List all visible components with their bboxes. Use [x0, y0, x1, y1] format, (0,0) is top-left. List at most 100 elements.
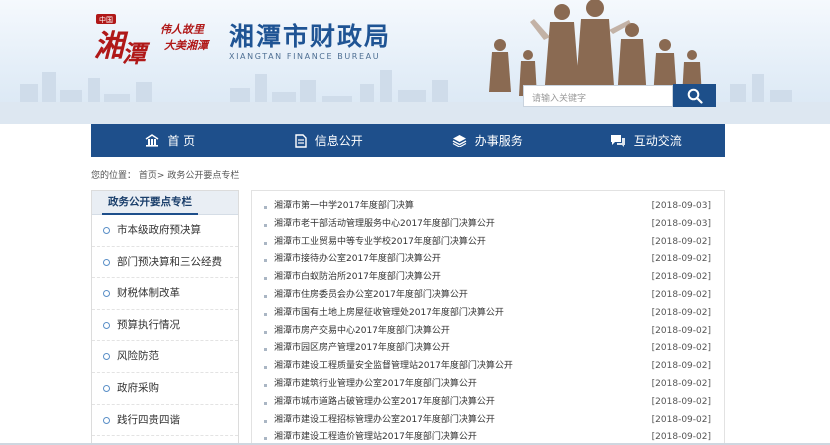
nav-item-label: 信息公开 [314, 134, 363, 148]
home-icon [145, 134, 159, 147]
document-icon [295, 133, 307, 148]
circle-bullet-icon [103, 416, 110, 424]
article-title-link[interactable]: 湘潭市白蚁防治所2017年度部门决算公开 [274, 269, 441, 287]
sidebar-item-label: 预算执行情况 [117, 318, 180, 331]
slogan-line-2: 大美湘潭 [164, 39, 208, 52]
article-row[interactable]: 湘潭市园区房产管理2017年度部门决算公开 [2018-09-02] [252, 340, 724, 358]
article-row[interactable]: 湘潭市接待办公室2017年度部门决算公开 [2018-09-02] [252, 251, 724, 269]
sidebar-header: 政务公开要点专栏 [92, 191, 238, 215]
article-date: [2018-09-02] [651, 254, 711, 265]
article-row[interactable]: 湘潭市白蚁防治所2017年度部门决算公开 [2018-09-02] [252, 269, 724, 287]
article-title-link[interactable]: 湘潭市老干部活动管理服务中心2017年度部门决算公开 [274, 216, 495, 234]
article-row[interactable]: 湘潭市国有土地上房屋征收管理处2017年度部门决算公开 [2018-09-02] [252, 305, 724, 323]
square-bullet-icon [264, 312, 267, 316]
article-title-link[interactable]: 湘潭市城市道路占破管理办公室2017年度部门决算公开 [274, 394, 495, 412]
search-input[interactable] [524, 89, 672, 109]
article-title-link[interactable]: 湘潭市接待办公室2017年度部门决算公开 [274, 251, 441, 269]
sidebar-item-label: 市本级政府预决算 [117, 224, 201, 236]
nav-item-home[interactable]: 首 页 [91, 124, 250, 157]
nav-item-label: 互动交流 [633, 134, 682, 148]
sidebar-item-label: 财税体制改革 [117, 287, 180, 300]
breadcrumb-prefix: 您的位置： [91, 171, 137, 181]
sidebar-item-tax-reform[interactable]: 财税体制改革 [92, 278, 238, 310]
article-date: [2018-09-02] [651, 361, 711, 372]
article-title-link[interactable]: 湘潭市建设工程招标管理办公室2017年度部门决算公开 [274, 412, 495, 430]
square-bullet-icon [264, 437, 267, 441]
circle-bullet-icon [103, 384, 110, 392]
square-bullet-icon [264, 259, 267, 263]
nav-item-info-disclosure[interactable]: 信息公开 [250, 124, 409, 157]
article-title-link[interactable]: 湘潭市住房委员会办公室2017年度部门决算公开 [274, 287, 468, 305]
article-date: [2018-09-02] [651, 343, 711, 354]
circle-bullet-icon [103, 321, 110, 329]
article-row[interactable]: 湘潭市建筑行业管理办公室2017年度部门决算公开 [2018-09-02] [252, 376, 724, 394]
square-bullet-icon [264, 277, 267, 281]
breadcrumb: 您的位置： 首页> 政务公开要点专栏 [91, 168, 239, 181]
article-row[interactable]: 湘潭市住房委员会办公室2017年度部门决算公开 [2018-09-02] [252, 287, 724, 305]
article-title-link[interactable]: 湘潭市第一中学2017年度部门决算 [274, 198, 414, 216]
square-bullet-icon [264, 383, 267, 387]
circle-bullet-icon [103, 227, 110, 234]
breadcrumb-current[interactable]: 政务公开要点专栏 [167, 171, 239, 181]
nav-item-label: 办事服务 [474, 134, 523, 148]
article-row[interactable]: 湘潭市第一中学2017年度部门决算 [2018-09-03] [252, 198, 724, 216]
circle-bullet-icon [103, 290, 110, 298]
search-box [523, 85, 673, 109]
article-date: [2018-09-03] [651, 201, 711, 211]
svg-text:中国: 中国 [99, 15, 113, 24]
article-title-link[interactable]: 湘潭市建设工程质量安全监督管理站2017年度部门决算公开 [274, 358, 513, 376]
article-list: 湘潭市第一中学2017年度部门决算 [2018-09-03] 湘潭市老干部活动管理服… [252, 191, 724, 445]
article-date: [2018-09-02] [651, 414, 711, 425]
sidebar-item-department-budget[interactable]: 部门预决算和三公经费 [92, 247, 238, 279]
article-title-link[interactable]: 湘潭市工业贸易中等专业学校2017年度部门决算公开 [274, 234, 486, 252]
article-row[interactable]: 湘潭市建设工程招标管理办公室2017年度部门决算公开 [2018-09-02] [252, 412, 724, 430]
sidebar-item-label: 践行四贵四谐 [117, 413, 180, 426]
breadcrumb-home-link[interactable]: 首页 [139, 171, 157, 181]
square-bullet-icon [264, 241, 267, 245]
article-panel: 湘潭市第一中学2017年度部门决算 [2018-09-03] 湘潭市老干部活动管理服… [251, 190, 725, 445]
site-title: 湘潭市财政局 [229, 22, 392, 51]
main-nav: 首 页 信息公开 办事服务 互动交流 [91, 124, 725, 157]
article-date: [2018-09-02] [651, 307, 711, 318]
article-title-link[interactable]: 湘潭市国有土地上房屋征收管理处2017年度部门决算公开 [274, 305, 504, 323]
page: 中国 湘 潭 伟人故里 大美湘潭 湘潭市财政局 XIANGTAN FINANCE… [0, 0, 830, 445]
header-banner: 中国 湘 潭 伟人故里 大美湘潭 湘潭市财政局 XIANGTAN FINANCE… [0, 0, 830, 124]
square-bullet-icon [264, 206, 267, 209]
nav-item-services[interactable]: 办事服务 [408, 124, 567, 157]
sidebar-item-budget-execution[interactable]: 预算执行情况 [92, 310, 238, 342]
chat-icon [610, 135, 625, 147]
circle-bullet-icon [103, 353, 110, 361]
square-bullet-icon [264, 223, 267, 227]
article-row[interactable]: 湘潭市城市道路占破管理办公室2017年度部门决算公开 [2018-09-02] [252, 394, 724, 412]
square-bullet-icon [264, 401, 267, 405]
article-title-link[interactable]: 湘潭市园区房产管理2017年度部门决算公开 [274, 340, 450, 358]
article-date: [2018-09-02] [651, 396, 711, 407]
city-logo: 中国 湘 潭 [92, 12, 156, 72]
article-date: [2018-09-02] [651, 378, 711, 389]
sidebar-item-municipal-budget[interactable]: 市本级政府预决算 [92, 215, 238, 247]
square-bullet-icon [264, 348, 267, 352]
article-date: [2018-09-02] [651, 325, 711, 336]
square-bullet-icon [264, 366, 267, 370]
article-title-link[interactable]: 湘潭市房产交易中心2017年度部门决算公开 [274, 323, 450, 341]
sidebar-item-procurement[interactable]: 政府采购 [92, 373, 238, 405]
site-subtitle: XIANGTAN FINANCE BUREAU [229, 52, 381, 61]
sidebar: 政务公开要点专栏 市本级政府预决算 部门预决算和三公经费 财税体制改革 预算执行… [91, 190, 239, 445]
article-row[interactable]: 湘潭市建设工程质量安全监督管理站2017年度部门决算公开 [2018-09-02] [252, 358, 724, 376]
sidebar-item-label: 部门预决算和三公经费 [117, 255, 222, 268]
circle-bullet-icon [103, 258, 110, 266]
article-row[interactable]: 湘潭市工业贸易中等专业学校2017年度部门决算公开 [2018-09-02] [252, 234, 724, 252]
slogan-line-1: 伟人故里 [160, 23, 204, 36]
article-row[interactable]: 湘潭市房产交易中心2017年度部门决算公开 [2018-09-02] [252, 323, 724, 341]
sidebar-item-four-values[interactable]: 践行四贵四谐 [92, 405, 238, 437]
article-row[interactable]: 湘潭市老干部活动管理服务中心2017年度部门决算公开 [2018-09-03] [252, 216, 724, 234]
square-bullet-icon [264, 330, 267, 334]
nav-item-interaction[interactable]: 互动交流 [567, 124, 726, 157]
article-date: [2018-09-02] [651, 272, 711, 283]
article-date: [2018-09-02] [651, 236, 711, 247]
search-icon [687, 88, 703, 104]
article-title-link[interactable]: 湘潭市建筑行业管理办公室2017年度部门决算公开 [274, 376, 477, 394]
layers-icon [452, 135, 467, 147]
sidebar-item-risk-prevention[interactable]: 风险防范 [92, 341, 238, 373]
search-button[interactable] [673, 84, 716, 107]
